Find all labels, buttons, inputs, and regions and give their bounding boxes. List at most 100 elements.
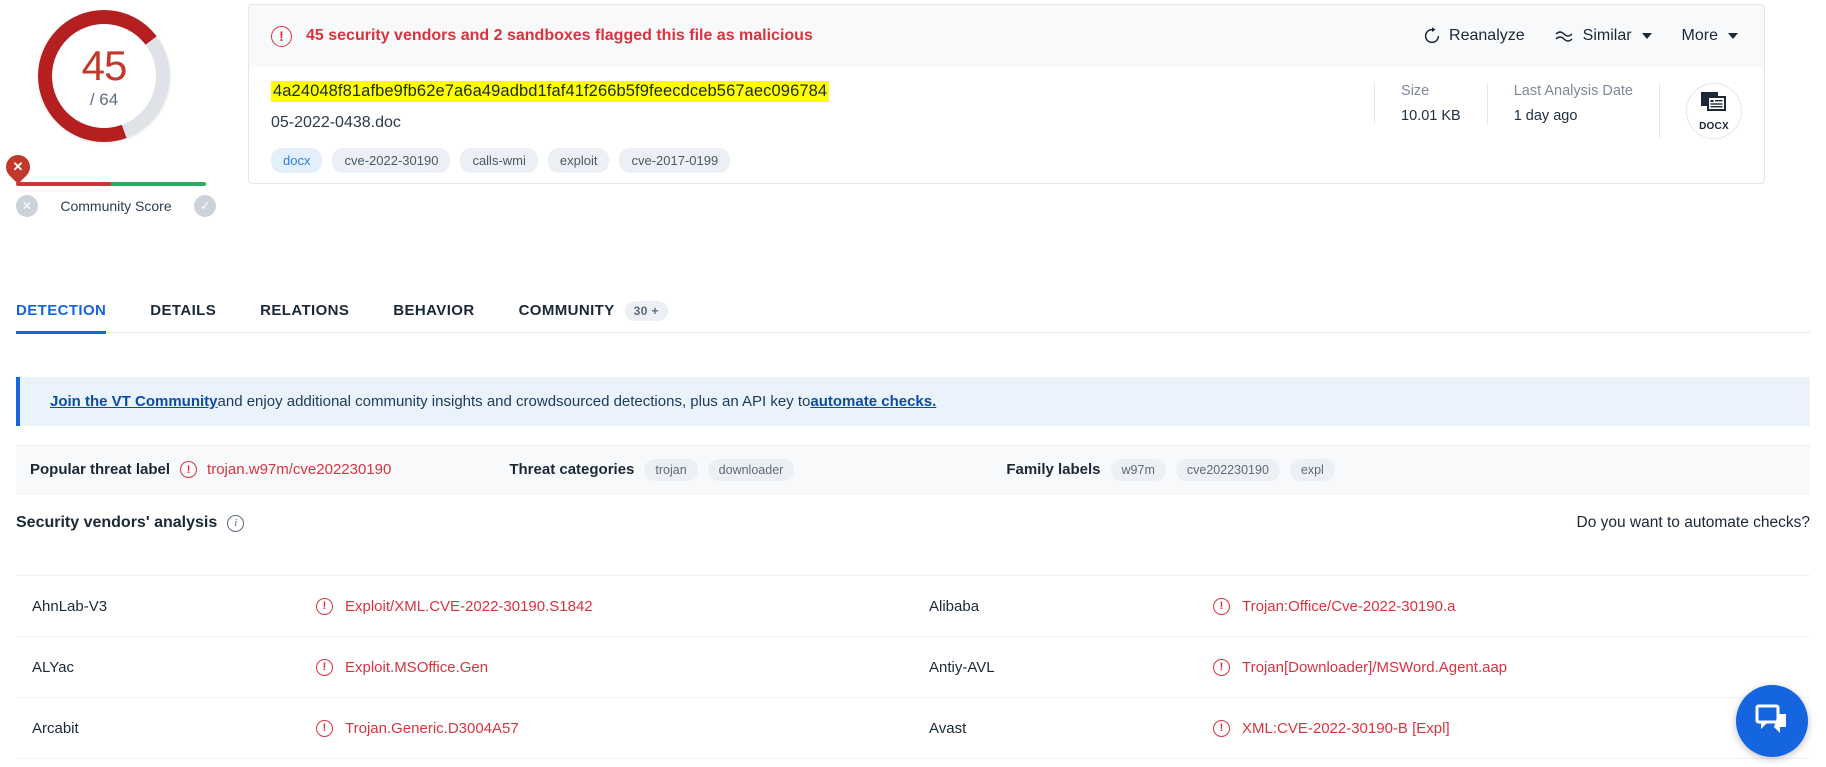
family-labels-label: Family labels <box>1006 461 1101 478</box>
detection-ratio-donut: 45 / 64 <box>38 10 170 142</box>
tab-label: RELATIONS <box>260 302 350 319</box>
report-tabs: DETECTION DETAILS RELATIONS BEHAVIOR COM… <box>16 289 1810 334</box>
donut-ring: 45 / 64 <box>38 10 170 142</box>
vendor-result: ! XML:CVE-2022-30190-B [Expl] <box>1213 719 1450 737</box>
thumbs-down-icon[interactable]: ✕ <box>16 195 38 217</box>
vendor-name: Arcabit <box>32 719 79 737</box>
join-community-link[interactable]: Join the VT Community <box>50 393 218 410</box>
file-tag[interactable]: cve-2017-0199 <box>619 148 731 173</box>
pin-x-icon: ✕ <box>12 159 24 174</box>
vendor-result: ! Exploit.MSOffice.Gen <box>316 658 488 676</box>
malicious-icon: ! <box>316 597 333 615</box>
file-type-label: DOCX <box>1699 120 1729 132</box>
vt-community-banner: Join the VT Community and enjoy addition… <box>16 377 1810 426</box>
detection-score-column: 45 / 64 ✕ ✕ Community Score ✓ <box>0 0 248 250</box>
table-row: AhnLab-V3 ! Exploit/XML.CVE-2022-30190.S… <box>16 576 1810 637</box>
donut-center: 45 / 64 <box>52 24 156 128</box>
family-labels-block: Family labels w97m cve202230190 expl <box>1006 458 1335 481</box>
malicious-alert-bar: ! 45 security vendors and 2 sandboxes fl… <box>249 5 1764 67</box>
vendor-result-label[interactable]: Exploit/XML.CVE-2022-30190.S1842 <box>345 598 593 615</box>
community-score-bar <box>16 182 206 186</box>
file-tag[interactable]: cve-2022-30190 <box>332 148 451 173</box>
threat-categories-block: Threat categories trojan downloader <box>509 458 795 481</box>
alert-warning-icon: ! <box>271 25 292 47</box>
community-score-label: Community Score <box>60 198 172 214</box>
similar-button[interactable]: Similar <box>1555 27 1652 45</box>
tab-behavior[interactable]: BEHAVIOR <box>371 289 496 333</box>
thumbs-up-icon[interactable]: ✓ <box>193 195 216 217</box>
tab-label: BEHAVIOR <box>393 302 475 319</box>
file-size-label: Size <box>1401 83 1430 99</box>
tab-details[interactable]: DETAILS <box>128 289 238 333</box>
popular-threat-label: Popular threat label <box>30 461 171 478</box>
detection-count: 45 <box>81 41 128 89</box>
malicious-icon: ! <box>1213 658 1230 676</box>
vendor-result-label[interactable]: XML:CVE-2022-30190-B [Expl] <box>1242 720 1450 737</box>
vendors-analysis-table: AhnLab-V3 ! Exploit/XML.CVE-2022-30190.S… <box>16 575 1810 759</box>
reanalyze-label: Reanalyze <box>1449 27 1525 44</box>
vendor-name: Antiy-AVL <box>929 658 995 676</box>
file-tag[interactable]: exploit <box>547 148 610 173</box>
banner-text: and enjoy additional community insights … <box>217 393 811 410</box>
popular-threat-value[interactable]: trojan.w97m/cve202230190 <box>207 461 391 478</box>
tab-label: DETAILS <box>150 302 217 319</box>
community-count-badge: 30 + <box>624 300 668 321</box>
malicious-icon: ! <box>1213 719 1230 737</box>
refresh-icon <box>1423 27 1441 45</box>
vendor-result-label[interactable]: Trojan[Downloader]/MSWord.Agent.aap <box>1242 659 1507 676</box>
vendor-name: AhnLab-V3 <box>32 597 108 615</box>
vendor-result: ! Exploit/XML.CVE-2022-30190.S1842 <box>316 597 593 615</box>
detection-total: / 64 <box>89 89 119 109</box>
file-size-value: 10.01 KB <box>1401 108 1461 124</box>
vendor-result-label[interactable]: Trojan.Generic.D3004A57 <box>345 720 519 737</box>
file-tags: docx cve-2022-30190 calls-wmi exploit cv… <box>271 148 1374 173</box>
tab-label: DETECTION <box>16 302 107 319</box>
wave-icon <box>1555 29 1575 43</box>
more-button[interactable]: More <box>1682 27 1738 45</box>
popular-threat-label-block: Popular threat label ! trojan.w97m/cve20… <box>30 461 391 478</box>
malicious-icon: ! <box>316 658 333 676</box>
last-analysis-value: 1 day ago <box>1513 108 1578 124</box>
vendors-section-title: Security vendors' analysis <box>16 514 218 531</box>
file-name: 05-2022-0438.doc <box>271 114 401 131</box>
virustotal-file-report-page: 45 / 64 ✕ ✕ Community Score ✓ ! 45 secur… <box>0 0 1826 767</box>
family-label-tag: expl <box>1289 458 1335 481</box>
tab-detection[interactable]: DETECTION <box>16 289 128 334</box>
vendor-result: ! Trojan[Downloader]/MSWord.Agent.aap <box>1213 658 1507 676</box>
vendor-result-label[interactable]: Trojan:Office/Cve-2022-30190.a <box>1242 598 1455 615</box>
tab-community[interactable]: COMMUNITY 30 + <box>497 289 690 333</box>
alert-message: 45 security vendors and 2 sandboxes flag… <box>306 27 813 44</box>
threat-category-tag: downloader <box>707 458 795 481</box>
last-analysis-block: Last Analysis Date 1 day ago <box>1486 83 1659 124</box>
reanalyze-button[interactable]: Reanalyze <box>1423 27 1525 45</box>
vendor-result: ! Trojan:Office/Cve-2022-30190.a <box>1213 597 1455 615</box>
threat-category-tag: trojan <box>644 458 698 481</box>
family-label-tag: cve202230190 <box>1175 458 1280 481</box>
table-row: Arcabit ! Trojan.Generic.D3004A57 Avast … <box>16 698 1810 759</box>
vendors-section-header: Security vendors' analysis i Do you want… <box>16 500 1810 546</box>
threat-categories-label: Threat categories <box>509 461 635 478</box>
tab-relations[interactable]: RELATIONS <box>238 289 371 333</box>
last-analysis-label: Last Analysis Date <box>1513 83 1633 99</box>
similar-label: Similar <box>1582 27 1632 44</box>
vendor-name: ALYac <box>32 658 74 676</box>
malicious-icon: ! <box>1213 597 1230 615</box>
vendor-result-label[interactable]: Exploit.MSOffice.Gen <box>345 659 488 676</box>
more-label: More <box>1681 27 1718 44</box>
threat-summary-row: Popular threat label ! trojan.w97m/cve20… <box>16 445 1810 494</box>
tab-label: COMMUNITY <box>518 302 615 319</box>
file-tag[interactable]: docx <box>271 148 323 173</box>
threat-warning-icon: ! <box>180 461 198 478</box>
automate-checks-link[interactable]: automate checks. <box>810 393 936 410</box>
chat-bubble-icon <box>1755 703 1789 740</box>
document-icon <box>1700 91 1728 120</box>
automate-checks-prompt[interactable]: Do you want to automate checks? <box>1577 514 1811 532</box>
info-icon[interactable]: i <box>227 514 245 532</box>
community-score-pin: ✕ <box>1 150 35 185</box>
file-type-icon: DOCX <box>1686 83 1742 139</box>
vendor-name: Alibaba <box>929 597 980 615</box>
chat-support-button[interactable] <box>1736 685 1808 757</box>
file-tag[interactable]: calls-wmi <box>460 148 538 173</box>
file-hash[interactable]: 4a24048f81afbe9fb62e7a6a49adbd1faf41f266… <box>271 81 830 102</box>
file-summary-card: ! 45 security vendors and 2 sandboxes fl… <box>248 4 1765 184</box>
